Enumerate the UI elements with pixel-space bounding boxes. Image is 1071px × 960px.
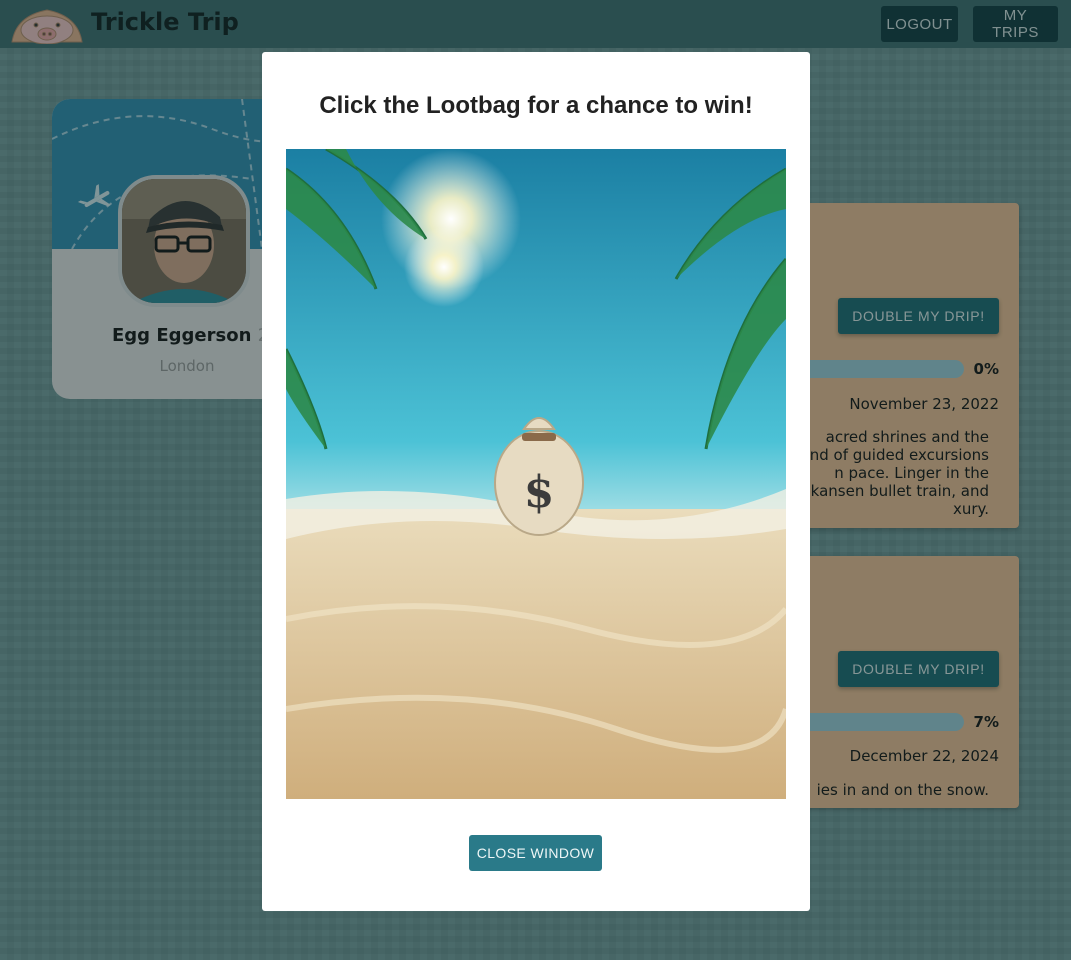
beach-scene-image: $ [286,149,786,799]
svg-text:$: $ [524,467,555,518]
modal-title: Click the Lootbag for a chance to win! [319,92,753,119]
close-window-button[interactable]: CLOSE WINDOW [469,835,602,871]
lootbag-modal: Click the Lootbag for a chance to win! $… [262,52,810,911]
